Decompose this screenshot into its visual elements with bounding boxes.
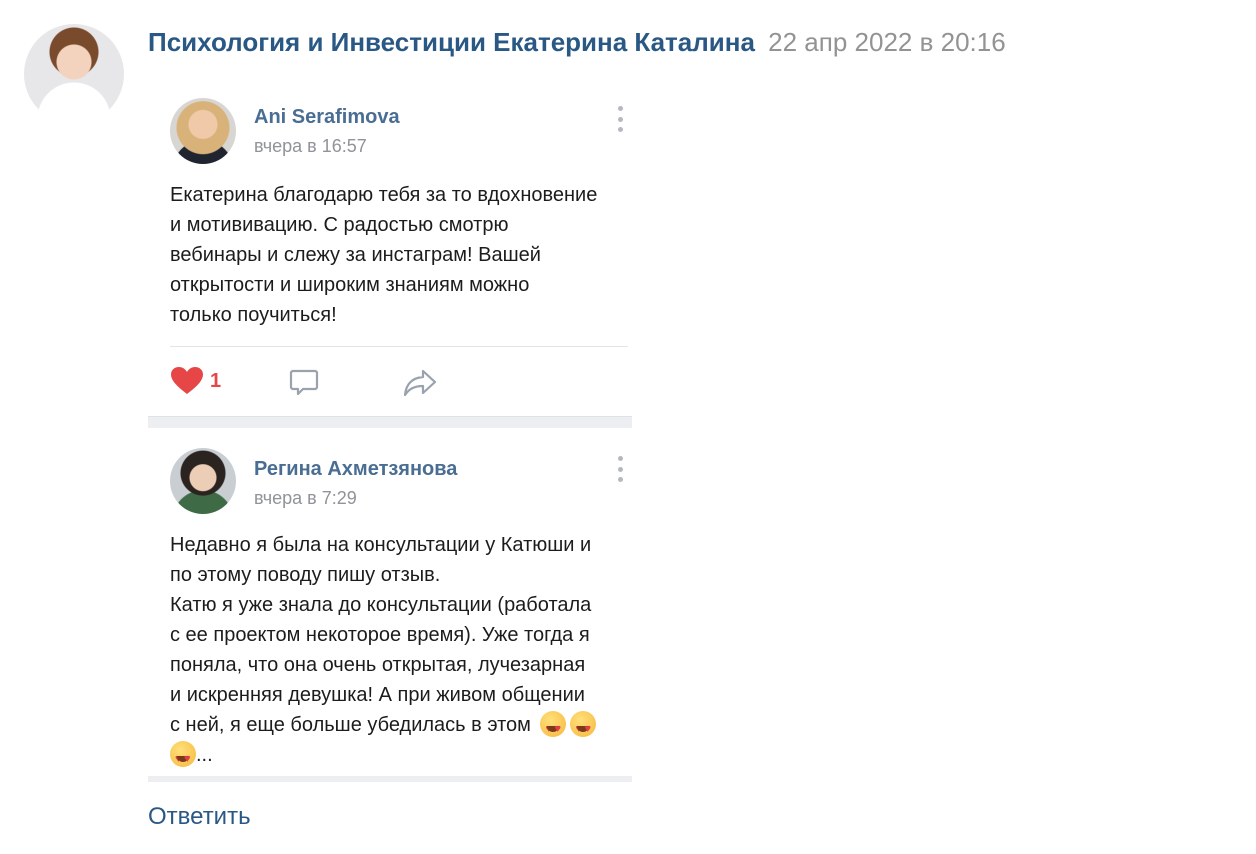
text-line: с ней, я еще больше убедилась в этом xyxy=(170,710,625,744)
author-avatar[interactable] xyxy=(24,24,124,124)
comment-icon xyxy=(288,366,320,403)
review-author-name: Регина Ахметзянова xyxy=(254,458,458,480)
review-card: Регина Ахметзянова вчера в 7:29 Недавно … xyxy=(148,428,632,782)
reply-link[interactable]: Ответить xyxy=(148,803,251,831)
text-line: вебинары и слежу за инстаграм! Вашей xyxy=(170,244,541,266)
like-count: 1 xyxy=(210,369,222,392)
action-bar: 1 xyxy=(170,364,630,400)
attached-screenshot[interactable]: Ani Serafimova вчера в 16:57 Екатерина б… xyxy=(148,82,632,782)
author-name[interactable]: Психология и Инвестиции Екатерина Катали… xyxy=(148,27,755,57)
text-line-content: с ней, я еще больше убедилась в этом xyxy=(170,714,531,736)
review-card: Ani Serafimova вчера в 16:57 Екатерина б… xyxy=(148,82,632,416)
text-line: и мотививацию. С радостью смотрю xyxy=(170,214,509,236)
text-line: ... xyxy=(170,740,625,774)
text-line: Катю я уже знала до консультации (работа… xyxy=(170,594,592,616)
heart-eyes-emoji xyxy=(540,711,567,744)
text-line: Недавно я была на консультации у Катюши … xyxy=(170,534,592,556)
heart-eyes-emoji xyxy=(570,711,597,744)
review-text: Екатерина благодарю тебя за то вдохновен… xyxy=(170,180,625,330)
share-icon xyxy=(402,366,438,403)
more-icon xyxy=(616,106,624,132)
text-line: по этому поводу пишу отзыв. xyxy=(170,564,441,586)
ellipsis: ... xyxy=(196,744,213,766)
more-icon xyxy=(616,456,624,482)
avatar xyxy=(170,98,236,164)
heart-icon xyxy=(171,367,203,394)
text-line: Екатерина благодарю тебя за то вдохновен… xyxy=(170,184,598,206)
review-author-name: Ani Serafimova xyxy=(254,106,400,128)
comment-header: Психология и Инвестиции Екатерина Катали… xyxy=(148,26,1006,58)
text-line: с ее проектом некоторое время). Уже тогд… xyxy=(170,624,590,646)
like-group: 1 xyxy=(170,366,221,396)
text-line: открытости и широким знаниям можно xyxy=(170,274,530,296)
card-separator xyxy=(148,776,632,782)
review-timestamp: вчера в 16:57 xyxy=(254,136,367,156)
text-line: и искренняя девушка! А при живом общении xyxy=(170,684,585,706)
heart-eyes-emoji xyxy=(170,741,196,774)
comment-date[interactable]: 22 апр 2022 в 20:16 xyxy=(768,27,1006,57)
text-line: только поучиться! xyxy=(170,304,337,326)
text-line: поняла, что она очень открытая, лучезарн… xyxy=(170,654,586,676)
review-timestamp: вчера в 7:29 xyxy=(254,488,357,508)
avatar xyxy=(170,448,236,514)
review-text: Недавно я была на консультации у Катюши … xyxy=(170,530,625,774)
divider xyxy=(170,346,628,347)
